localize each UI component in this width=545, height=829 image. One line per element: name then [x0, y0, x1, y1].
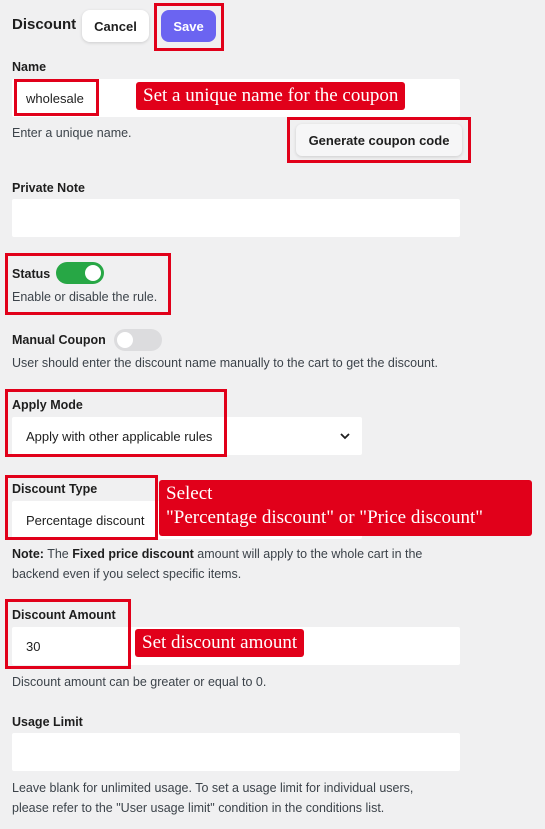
private-note-input[interactable] [12, 199, 460, 237]
discount-amount-callout: Set discount amount [135, 629, 305, 657]
name-label: Name [12, 60, 47, 74]
manual-coupon-help-text: User should enter the discount name manu… [12, 356, 438, 370]
usage-limit-help-text: Leave blank for unlimited usage. To set … [12, 778, 482, 818]
manual-coupon-toggle[interactable] [114, 329, 162, 351]
note-text-2: amount will apply to the whole cart in t… [193, 547, 423, 561]
discount-type-callout-line2: "Percentage discount" or "Price discount… [166, 507, 483, 528]
discount-type-highlight-box [5, 475, 158, 540]
name-highlight-box [14, 79, 99, 116]
apply-mode-highlight-box [5, 389, 227, 457]
manual-coupon-label: Manual Coupon [12, 333, 106, 347]
note-prefix: Note: [12, 547, 44, 561]
toggle-knob [117, 332, 133, 348]
page-title: Discount [12, 16, 77, 33]
usage-limit-label: Usage Limit [12, 715, 83, 729]
cancel-button[interactable]: Cancel [82, 10, 149, 42]
usage-limit-help-line2: please refer to the "User usage limit" c… [12, 801, 385, 815]
note-text-3: backend even if you select specific item… [12, 567, 242, 581]
usage-limit-help-line1: Leave blank for unlimited usage. To set … [12, 781, 414, 795]
name-help-text: Enter a unique name. [12, 126, 132, 140]
discount-type-note: Note: The Fixed price discount amount wi… [12, 544, 472, 584]
discount-amount-highlight-box [5, 599, 131, 669]
name-callout: Set a unique name for the coupon [136, 82, 406, 110]
generate-highlight-box [287, 117, 471, 163]
save-highlight-box [154, 3, 224, 51]
usage-limit-input[interactable] [12, 733, 460, 771]
chevron-down-icon [340, 433, 350, 440]
discount-type-callout: Select "Percentage discount" or "Price d… [159, 480, 532, 536]
discount-type-callout-line1: Select [166, 483, 213, 504]
private-note-label: Private Note [12, 181, 85, 195]
status-highlight-box [5, 253, 171, 315]
discount-amount-help-text: Discount amount can be greater or equal … [12, 675, 267, 689]
note-text-1: The [43, 547, 73, 561]
note-bold: Fixed price discount [72, 547, 194, 561]
